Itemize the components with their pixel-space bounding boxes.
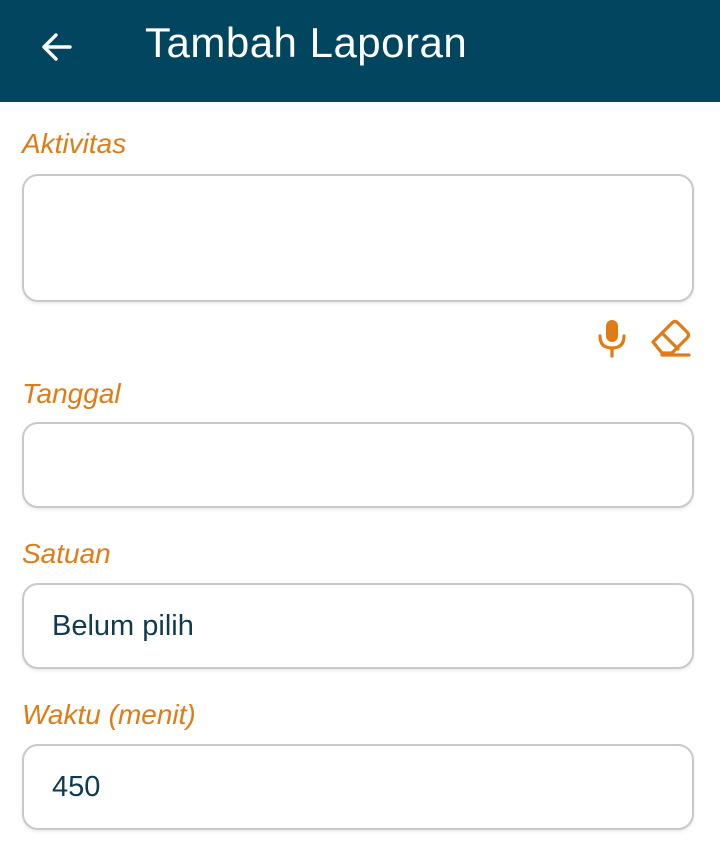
satuan-select[interactable]: Belum pilih: [22, 583, 694, 669]
aktivitas-textarea[interactable]: [22, 174, 694, 302]
satuan-value: Belum pilih: [52, 610, 194, 642]
satuan-label: Satuan: [22, 538, 111, 569]
eraser-button[interactable]: [646, 314, 694, 362]
waktu-value: 450: [52, 771, 101, 803]
microphone-icon: [598, 320, 626, 358]
tanggal-label: Tanggal: [22, 378, 121, 409]
back-button[interactable]: [30, 20, 84, 74]
waktu-label: Waktu (menit): [22, 699, 196, 730]
aktivitas-label: Aktivitas: [22, 128, 127, 159]
arrow-left-icon: [42, 33, 72, 61]
waktu-input[interactable]: 450: [22, 744, 694, 830]
tanggal-field[interactable]: [22, 422, 694, 508]
app-bar: Tambah Laporan: [0, 0, 720, 102]
eraser-icon: [651, 319, 691, 357]
page-title: Tambah Laporan: [145, 19, 468, 66]
microphone-button[interactable]: [590, 316, 634, 360]
